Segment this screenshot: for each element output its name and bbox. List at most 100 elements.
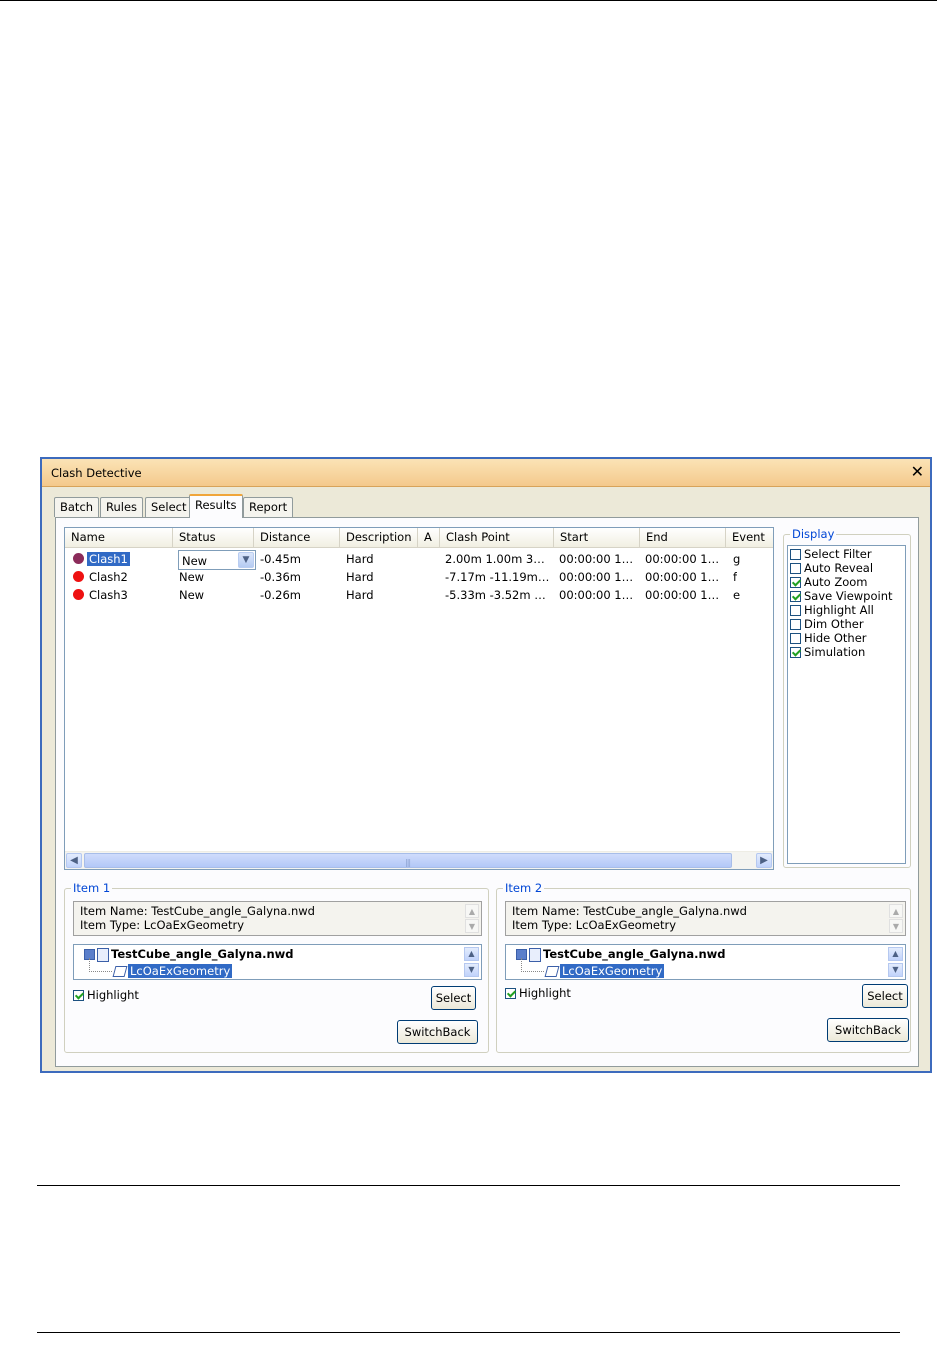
- clash-status: New: [179, 570, 205, 584]
- checkbox[interactable]: [790, 577, 801, 588]
- table-row[interactable]: Clash3 New -0.26m Hard -5.33m -3.52m … 0…: [65, 586, 773, 604]
- clash-status-dot: [73, 589, 84, 600]
- scroll-down-icon: ▼: [889, 919, 903, 933]
- status-dropdown[interactable]: New ▼: [178, 550, 256, 570]
- checkbox[interactable]: [790, 619, 801, 630]
- tab-select[interactable]: Select: [145, 497, 193, 517]
- item1-select-button[interactable]: Select: [431, 986, 476, 1010]
- checkbox[interactable]: [790, 591, 801, 602]
- clash-end: 00:00:00 1…: [645, 552, 720, 566]
- column-header-end[interactable]: End: [640, 528, 726, 547]
- results-panel: Name Status Distance Description A Clash…: [55, 517, 919, 1067]
- option-highlight-all[interactable]: Highlight All: [790, 604, 874, 618]
- checkbox[interactable]: [73, 990, 84, 1001]
- item2-switchback-button[interactable]: SwitchBack: [827, 1018, 909, 1042]
- clash-point: -5.33m -3.52m …: [445, 588, 546, 602]
- clash-start: 00:00:00 1…: [559, 552, 634, 566]
- bottom-rule-2: [37, 1332, 900, 1333]
- chevron-down-icon[interactable]: ▼: [238, 552, 254, 568]
- option-dim-other[interactable]: Dim Other: [790, 618, 864, 632]
- scroll-up-icon[interactable]: ▲: [464, 947, 479, 961]
- checkbox[interactable]: [790, 549, 801, 560]
- column-header-event[interactable]: Event: [726, 528, 773, 547]
- option-save-viewpoint[interactable]: Save Viewpoint: [790, 590, 893, 604]
- clash-distance: -0.45m: [260, 552, 301, 566]
- table-row[interactable]: Clash1 New ▼ -0.45m Hard 2.00m 1.00m 3… …: [65, 550, 773, 570]
- bottom-rule-1: [37, 1185, 900, 1186]
- scroll-left-icon[interactable]: ◀: [66, 853, 82, 868]
- clash-status: New: [179, 588, 205, 602]
- column-header-description[interactable]: Description: [340, 528, 418, 547]
- option-hide-other[interactable]: Hide Other: [790, 632, 867, 646]
- grip-icon: |||: [405, 858, 411, 867]
- clash-name: Clash1: [87, 552, 130, 566]
- table-row[interactable]: Clash2 New -0.36m Hard -7.17m -11.19m… 0…: [65, 568, 773, 586]
- item2-group-label: Item 2: [503, 881, 545, 895]
- scroll-down-icon[interactable]: ▼: [464, 963, 479, 977]
- tree-child-label: LcOaExGeometry: [128, 964, 233, 978]
- checkbox[interactable]: [790, 647, 801, 658]
- display-options-list: Select Filter Auto Reveal Auto Zoom Save…: [787, 545, 906, 864]
- item2-select-button[interactable]: Select: [862, 984, 908, 1008]
- tree-connector: [521, 958, 544, 972]
- item1-switchback-button[interactable]: SwitchBack: [397, 1020, 478, 1044]
- checkbox[interactable]: [505, 988, 516, 999]
- clash-point: -7.17m -11.19m…: [445, 570, 550, 584]
- checkbox[interactable]: [790, 563, 801, 574]
- item1-info-box: Item Name: TestCube_angle_Galyna.nwd Ite…: [73, 901, 482, 936]
- tab-report[interactable]: Report: [243, 497, 294, 517]
- display-group: Display Select Filter Auto Reveal Auto Z…: [783, 527, 911, 868]
- clash-name: Clash3: [89, 588, 128, 602]
- tree-root-label: TestCube_angle_Galyna.nwd: [111, 947, 294, 961]
- tree-node-child[interactable]: LcOaExGeometry: [544, 964, 665, 978]
- option-auto-reveal[interactable]: Auto Reveal: [790, 562, 873, 576]
- window-title: Clash Detective: [51, 466, 142, 480]
- item1-tree: TestCube_angle_Galyna.nwd LcOaExGeometry…: [73, 944, 482, 980]
- tab-rules[interactable]: Rules: [100, 497, 144, 517]
- clash-end: 00:00:00 1…: [645, 570, 720, 584]
- close-icon[interactable]: ✕: [911, 462, 924, 482]
- item1-group-label: Item 1: [71, 881, 113, 895]
- tree-node-root[interactable]: TestCube_angle_Galyna.nwd: [516, 947, 726, 962]
- column-header-start[interactable]: Start: [554, 528, 640, 547]
- clash-event: e: [733, 588, 741, 602]
- option-select-filter[interactable]: Select Filter: [790, 548, 872, 562]
- scroll-thumb[interactable]: |||: [84, 853, 732, 868]
- item2-item-name: Item Name: TestCube_angle_Galyna.nwd: [512, 904, 747, 918]
- tab-batch[interactable]: Batch: [54, 497, 100, 517]
- column-header-clash-point[interactable]: Clash Point: [440, 528, 554, 547]
- checkbox[interactable]: [790, 605, 801, 616]
- column-header-distance[interactable]: Distance: [254, 528, 340, 547]
- column-header-status[interactable]: Status: [173, 528, 254, 547]
- column-header-approved[interactable]: A: [418, 528, 440, 547]
- tree-node-child[interactable]: LcOaExGeometry: [112, 964, 233, 978]
- scroll-down-icon[interactable]: ▼: [888, 963, 903, 977]
- scroll-up-icon[interactable]: ▲: [888, 947, 903, 961]
- clash-description: Hard: [346, 588, 374, 602]
- item2-highlight-checkbox[interactable]: Highlight: [505, 987, 571, 1001]
- scroll-right-icon[interactable]: ▶: [756, 853, 772, 868]
- status-dropdown-value: New: [182, 554, 208, 568]
- clash-status-dot: [73, 553, 84, 564]
- scroll-up-icon: ▲: [465, 904, 479, 918]
- results-grid: Name Status Distance Description A Clash…: [64, 527, 774, 870]
- tab-results[interactable]: Results: [189, 494, 243, 518]
- item1-highlight-checkbox[interactable]: Highlight: [73, 989, 139, 1003]
- column-header-name[interactable]: Name: [65, 528, 173, 547]
- tree-node-root[interactable]: TestCube_angle_Galyna.nwd: [84, 947, 294, 962]
- option-auto-zoom[interactable]: Auto Zoom: [790, 576, 868, 590]
- display-group-label: Display: [790, 527, 837, 541]
- grid-header: Name Status Distance Description A Clash…: [65, 528, 773, 548]
- option-simulation[interactable]: Simulation: [790, 646, 865, 660]
- clash-start: 00:00:00 1…: [559, 570, 634, 584]
- item2-info-box: Item Name: TestCube_angle_Galyna.nwd Ite…: [505, 901, 906, 936]
- clash-detective-window: Clash Detective ✕ Batch Rules Select Res…: [40, 457, 932, 1073]
- scroll-up-icon: ▲: [889, 904, 903, 918]
- horizontal-scrollbar[interactable]: ◀ ||| ▶: [65, 851, 773, 869]
- title-bar[interactable]: Clash Detective ✕: [42, 459, 930, 487]
- top-rule: [0, 0, 937, 1]
- item2-item-type: Item Type: LcOaExGeometry: [512, 918, 677, 932]
- clash-distance: -0.26m: [260, 588, 301, 602]
- checkbox[interactable]: [790, 633, 801, 644]
- tree-child-label: LcOaExGeometry: [560, 964, 665, 978]
